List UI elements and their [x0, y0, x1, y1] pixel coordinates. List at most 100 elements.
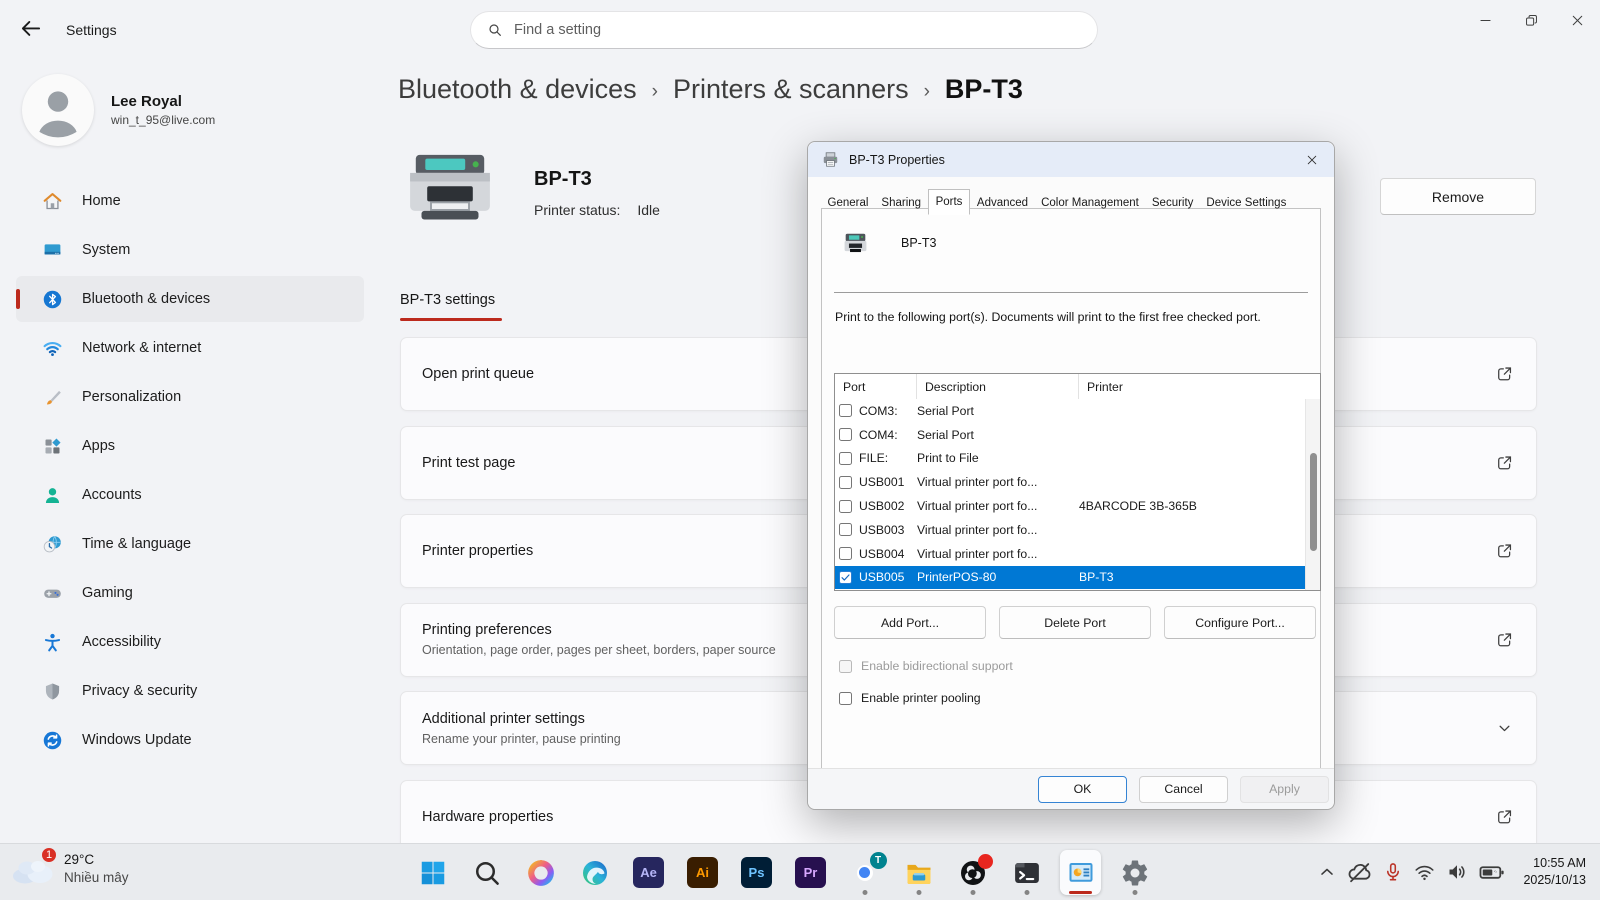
wifi-icon[interactable] — [1413, 861, 1436, 884]
tab-general[interactable]: General — [821, 192, 875, 214]
taskbar-edge-icon[interactable] — [574, 850, 615, 895]
user-name: Lee Royal — [111, 93, 215, 110]
checkbox[interactable] — [839, 523, 852, 536]
add-port-button[interactable]: Add Port... — [834, 606, 986, 639]
tab-ports[interactable]: Ports — [928, 189, 971, 215]
sidebar-item-label: Bluetooth & devices — [82, 291, 210, 307]
cancel-button[interactable]: Cancel — [1139, 776, 1228, 803]
port-row-com4[interactable]: COM4:Serial Port — [835, 423, 1305, 447]
search-box[interactable] — [470, 11, 1098, 49]
tab-advanced[interactable]: Advanced — [970, 192, 1034, 214]
checkbox[interactable] — [839, 404, 852, 417]
onedrive-status-icon[interactable] — [1346, 859, 1373, 886]
port-row-com3[interactable]: COM3:Serial Port — [835, 399, 1305, 423]
port-row-usb003[interactable]: USB003Virtual printer port fo... — [835, 518, 1305, 542]
taskbar-after-effects-icon[interactable]: Ae — [628, 850, 669, 895]
external-link-icon[interactable] — [1495, 630, 1514, 649]
breadcrumb-separator: › — [924, 77, 930, 103]
external-link-icon[interactable] — [1495, 453, 1514, 472]
microphone-icon[interactable] — [1382, 861, 1404, 883]
checkbox[interactable] — [839, 428, 852, 441]
checkbox[interactable] — [839, 692, 852, 705]
column-printer[interactable]: Printer — [1079, 374, 1320, 399]
sidebar-item-accounts[interactable]: Accounts — [16, 472, 364, 518]
taskbar-file-explorer-icon[interactable] — [898, 850, 939, 895]
taskbar-search-icon[interactable] — [466, 850, 507, 895]
column-description[interactable]: Description — [917, 374, 1079, 399]
taskbar-print-management-icon[interactable] — [1060, 850, 1101, 895]
sidebar-item-bluetooth-devices[interactable]: Bluetooth & devices — [16, 276, 364, 322]
volume-icon[interactable] — [1445, 860, 1469, 884]
search-input[interactable] — [514, 22, 1034, 38]
port-row-usb005[interactable]: USB005PrinterPOS-80BP-T3 — [835, 566, 1305, 590]
port-row-usb001[interactable]: USB001Virtual printer port fo... — [835, 470, 1305, 494]
tray-icons-holder — [1317, 859, 1505, 886]
taskbar-clock[interactable]: 10:55 AM 2025/10/13 — [1523, 855, 1586, 889]
sidebar-item-label: Personalization — [82, 389, 181, 405]
printer-name: BP-T3 — [534, 168, 660, 191]
cell-port: USB002 — [859, 499, 917, 513]
terminal-icon — [1012, 858, 1042, 888]
user-profile[interactable]: Lee Royal win_t_95@live.com — [22, 74, 380, 146]
sidebar-item-system[interactable]: System — [16, 227, 364, 273]
minimize-button[interactable] — [1462, 0, 1508, 40]
chevron-down-icon[interactable] — [1495, 719, 1514, 738]
external-link-icon[interactable] — [1495, 365, 1514, 384]
port-row-usb002[interactable]: USB002Virtual printer port fo...4BARCODE… — [835, 494, 1305, 518]
back-button[interactable] — [18, 16, 44, 42]
taskbar-photoshop-icon[interactable]: Ps — [736, 850, 777, 895]
external-link-icon[interactable] — [1495, 542, 1514, 561]
column-port[interactable]: Port — [835, 374, 917, 399]
battery-icon[interactable] — [1478, 859, 1505, 886]
close-window-button[interactable] — [1554, 0, 1600, 40]
tab-security[interactable]: Security — [1145, 192, 1200, 214]
taskbar-premiere-icon[interactable]: Pr — [790, 850, 831, 895]
external-link-icon[interactable] — [1495, 807, 1514, 826]
printer-pooling-checkbox[interactable]: Enable printer pooling — [839, 691, 981, 705]
user-email: win_t_95@live.com — [111, 113, 215, 127]
sidebar-item-network-internet[interactable]: Network & internet — [16, 325, 364, 371]
checkbox[interactable] — [839, 452, 852, 465]
taskbar-obs-icon[interactable] — [952, 850, 993, 895]
port-row-usb004[interactable]: USB004Virtual printer port fo... — [835, 542, 1305, 566]
taskbar-terminal-icon[interactable] — [1006, 850, 1047, 895]
taskbar-start-icon[interactable] — [412, 850, 453, 895]
notification-badge: 1 — [40, 846, 58, 864]
tab-device-settings[interactable]: Device Settings — [1200, 192, 1293, 214]
remove-button[interactable]: Remove — [1380, 178, 1536, 215]
maximize-button[interactable] — [1508, 0, 1554, 40]
sidebar-item-gaming[interactable]: Gaming — [16, 570, 364, 616]
checkbox[interactable] — [839, 547, 852, 560]
tray-chevron-icon[interactable] — [1317, 862, 1337, 882]
breadcrumb-bluetooth-devices[interactable]: Bluetooth & devices — [398, 74, 637, 105]
ports-scrollbar[interactable] — [1305, 399, 1320, 590]
gear-icon — [1120, 858, 1150, 888]
sidebar-item-privacy-security[interactable]: Privacy & security — [16, 668, 364, 714]
taskbar-illustrator-icon[interactable]: Ai — [682, 850, 723, 895]
printer-settings-tab[interactable]: BP-T3 settings — [400, 292, 502, 321]
sidebar-item-personalization[interactable]: Personalization — [16, 374, 364, 420]
dialog-close-button[interactable] — [1298, 147, 1326, 172]
dialog-titlebar[interactable]: BP-T3 Properties — [808, 142, 1334, 177]
checkbox-checked[interactable] — [839, 571, 852, 584]
checkbox[interactable] — [839, 476, 852, 489]
scrollbar-thumb[interactable] — [1310, 453, 1317, 551]
configure-port-button[interactable]: Configure Port... — [1164, 606, 1316, 639]
breadcrumb-printers-scanners[interactable]: Printers & scanners — [673, 74, 909, 105]
weather-widget[interactable]: 1 29°C Nhiều mây — [12, 851, 129, 887]
tray-date: 2025/10/13 — [1523, 872, 1586, 889]
sidebar-item-windows-update[interactable]: Windows Update — [16, 717, 364, 763]
sidebar-item-home[interactable]: Home — [16, 178, 364, 224]
sidebar-item-accessibility[interactable]: Accessibility — [16, 619, 364, 665]
port-row-file[interactable]: FILE:Print to File — [835, 447, 1305, 471]
ok-button[interactable]: OK — [1038, 776, 1127, 803]
delete-port-button[interactable]: Delete Port — [999, 606, 1151, 639]
taskbar-chrome-icon[interactable]: T — [844, 850, 885, 895]
tab-color-management[interactable]: Color Management — [1035, 192, 1146, 214]
sidebar-item-time-language[interactable]: Time & language — [16, 521, 364, 567]
tab-sharing[interactable]: Sharing — [875, 192, 928, 214]
taskbar-settings-icon[interactable] — [1114, 850, 1155, 895]
sidebar-item-apps[interactable]: Apps — [16, 423, 364, 469]
taskbar-copilot-icon[interactable] — [520, 850, 561, 895]
checkbox[interactable] — [839, 500, 852, 513]
